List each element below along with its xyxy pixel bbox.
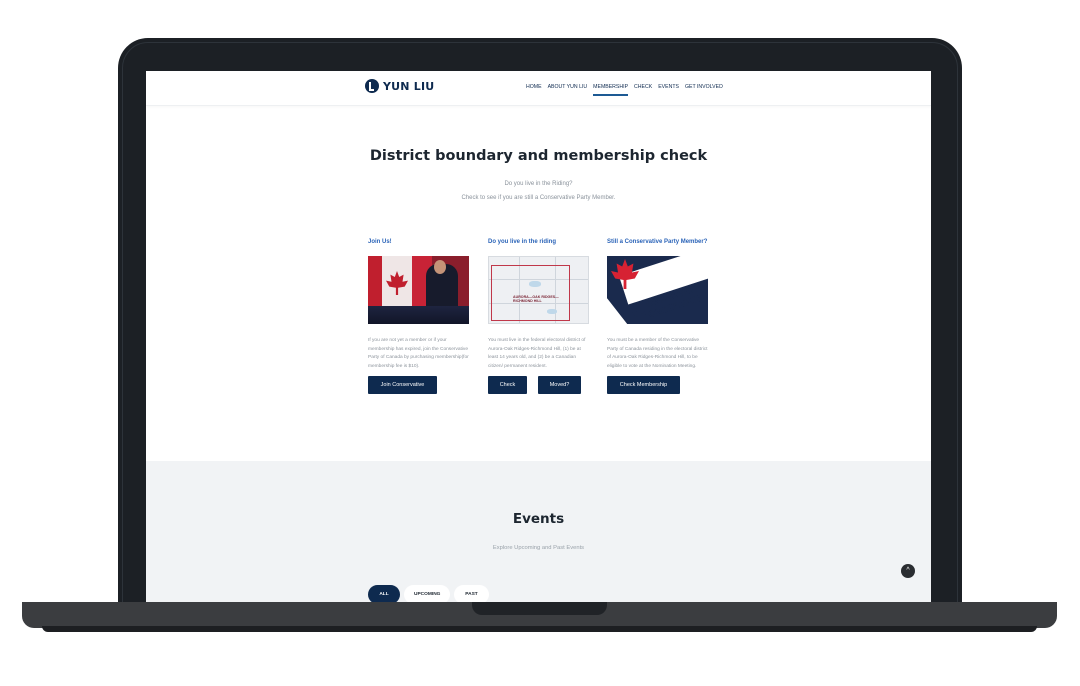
site-logo[interactable]: YUN LIU: [365, 79, 434, 93]
scroll-to-top-icon[interactable]: ^: [901, 564, 915, 578]
join-conservative-button[interactable]: Join Conservative: [368, 376, 437, 394]
nav-home[interactable]: HOME: [526, 84, 542, 90]
card-membership: Still a Conservative Party Member? C ONS…: [607, 239, 710, 394]
card-title: Join Us!: [368, 239, 392, 245]
nav-about[interactable]: ABOUT YUN LIU: [548, 84, 588, 90]
map-label: AURORA—OAK RIDGES—RICHMOND HILL: [513, 295, 559, 303]
moved-button[interactable]: Moved?: [538, 376, 581, 394]
card-text: You must live in the federal electoral d…: [488, 338, 586, 369]
logo-icon: [365, 79, 379, 93]
laptop-notch: [472, 602, 607, 615]
laptop-base-shadow: [42, 626, 1037, 632]
candidate-photo: [368, 256, 469, 324]
card-text: If you are not yet a member or if your m…: [368, 338, 469, 369]
card-title: Still a Conservative Party Member?: [607, 239, 708, 245]
events-subtitle: Explore Upcoming and Past Events: [492, 545, 585, 551]
site-header: YUN LIU HOME ABOUT YUN LIU MEMBERSHIP CH…: [146, 71, 931, 106]
card-riding: Do you live in the riding AURORA—OAK RID…: [488, 239, 591, 394]
nav-membership[interactable]: MEMBERSHIP: [593, 84, 628, 96]
card-title: Do you live in the riding: [488, 239, 557, 245]
card-text: You must be a member of the Conservative…: [607, 338, 708, 369]
check-membership-button[interactable]: Check Membership: [607, 376, 680, 394]
page-title: District boundary and membership check: [369, 148, 708, 164]
events-title: Events: [512, 511, 565, 527]
nav-get-involved[interactable]: GET INVOLVED: [685, 84, 723, 90]
hero-subtitle-2: Check to see if you are still a Conserva…: [461, 195, 616, 201]
conservative-logo-image: C ONSERVATIVE ONSERVATEUR: [607, 256, 708, 324]
riding-map-image: AURORA—OAK RIDGES—RICHMOND HILL: [488, 256, 589, 324]
events-section: Events Explore Upcoming and Past Events …: [146, 461, 931, 605]
hero-subtitle-1: Do you live in the Riding?: [504, 181, 573, 187]
main-nav: HOME ABOUT YUN LIU MEMBERSHIP CHECK EVEN…: [526, 84, 723, 96]
brand-name: YUN LIU: [383, 79, 435, 93]
nav-events[interactable]: EVENTS: [658, 84, 679, 90]
check-button[interactable]: Check: [488, 376, 527, 394]
nav-check[interactable]: CHECK: [634, 84, 652, 90]
card-join: Join Us! If you are not yet a member or …: [368, 239, 471, 394]
browser-screen: YUN LIU HOME ABOUT YUN LIU MEMBERSHIP CH…: [146, 71, 931, 605]
